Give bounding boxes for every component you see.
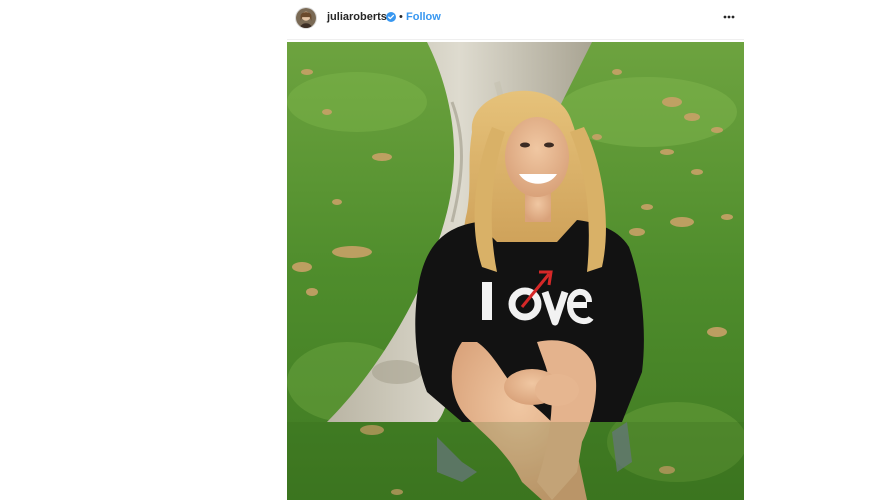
post-photo[interactable] [287,42,744,500]
more-options-icon[interactable] [722,10,736,24]
post-header: juliaroberts • Follow [287,0,744,40]
left-blank-area [0,0,287,500]
instagram-post: juliaroberts • Follow [287,0,744,500]
verified-badge-icon [386,12,396,22]
page: juliaroberts • Follow [0,0,890,500]
face [505,117,569,197]
follow-button[interactable]: Follow [406,11,441,23]
separator-dot: • [399,11,403,23]
right-blank-area [744,0,890,500]
username[interactable]: juliaroberts [327,11,387,23]
photo-illustration [287,42,744,500]
avatar[interactable] [295,7,317,29]
